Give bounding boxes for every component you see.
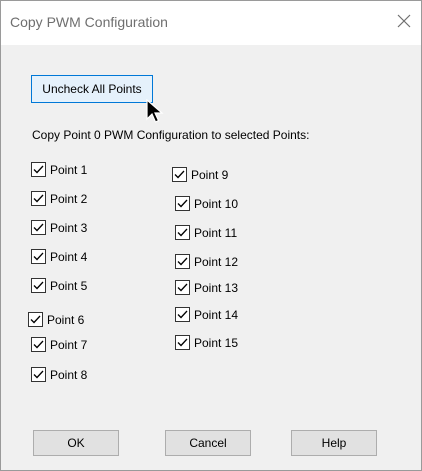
checkbox-point-13[interactable]: Point 13	[175, 280, 238, 295]
checkbox-label: Point 12	[194, 254, 239, 269]
checkbox-box[interactable]	[175, 280, 190, 295]
checkmark-icon	[30, 315, 41, 324]
checkbox-box[interactable]	[31, 249, 46, 264]
checkbox-point-5[interactable]: Point 5	[31, 278, 87, 293]
checkbox-box[interactable]	[31, 278, 46, 293]
checkbox-point-3[interactable]: Point 3	[31, 220, 87, 235]
checkbox-box[interactable]	[31, 367, 46, 382]
checkbox-point-1[interactable]: Point 1	[31, 162, 87, 177]
checkmark-icon	[33, 194, 44, 203]
checkmark-icon	[177, 283, 188, 292]
checkbox-label: Point 7	[50, 337, 88, 352]
checkbox-label: Point 1	[50, 162, 88, 177]
checkbox-box[interactable]	[31, 162, 46, 177]
close-icon[interactable]	[393, 10, 415, 32]
checkbox-point-11[interactable]: Point 11	[175, 225, 237, 240]
checkbox-label: Point 15	[194, 335, 239, 350]
window-title: Copy PWM Configuration	[10, 14, 168, 30]
copy-pwm-dialog: Copy PWM Configuration Uncheck All Point…	[0, 0, 422, 471]
checkbox-point-6[interactable]: Point 6	[28, 312, 84, 327]
checkmark-icon	[33, 370, 44, 379]
checkbox-point-12[interactable]: Point 12	[175, 254, 238, 269]
checkbox-box[interactable]	[31, 191, 46, 206]
checkbox-label: Point 8	[50, 367, 88, 382]
checkbox-label: Point 6	[47, 312, 85, 327]
checkbox-point-14[interactable]: Point 14	[175, 307, 238, 322]
checkmark-icon	[33, 165, 44, 174]
checkbox-box[interactable]	[175, 307, 190, 322]
checkmark-icon	[177, 338, 188, 347]
help-button-label: Help	[321, 436, 347, 450]
checkbox-point-7[interactable]: Point 7	[31, 337, 87, 352]
checkbox-label: Point 5	[50, 278, 88, 293]
checkbox-point-9[interactable]: Point 9	[172, 167, 228, 182]
checkbox-label: Point 14	[194, 307, 239, 322]
copy-instruction-label: Copy Point 0 PWM Configuration to select…	[32, 128, 310, 142]
checkmark-icon	[33, 340, 44, 349]
checkbox-point-4[interactable]: Point 4	[31, 249, 87, 264]
checkbox-box[interactable]	[31, 220, 46, 235]
checkbox-box[interactable]	[172, 167, 187, 182]
checkbox-box[interactable]	[31, 337, 46, 352]
checkbox-box[interactable]	[28, 312, 43, 327]
checkbox-label: Point 11	[194, 225, 238, 240]
cancel-button-label: Cancel	[189, 436, 227, 450]
title-bar: Copy PWM Configuration	[1, 1, 421, 45]
checkmark-icon	[33, 281, 44, 290]
checkbox-label: Point 4	[50, 249, 88, 264]
checkbox-box[interactable]	[175, 254, 190, 269]
checkbox-label: Point 10	[194, 196, 239, 211]
ok-button[interactable]: OK	[33, 430, 119, 456]
checkmark-icon	[33, 223, 44, 232]
checkbox-point-8[interactable]: Point 8	[31, 367, 87, 382]
checkbox-box[interactable]	[175, 335, 190, 350]
help-button[interactable]: Help	[291, 430, 377, 456]
checkmark-icon	[33, 252, 44, 261]
checkbox-box[interactable]	[175, 196, 190, 211]
checkbox-point-10[interactable]: Point 10	[175, 196, 238, 211]
checkbox-box[interactable]	[175, 225, 190, 240]
checkbox-label: Point 13	[194, 280, 239, 295]
checkbox-label: Point 2	[50, 191, 88, 206]
mouse-pointer-icon	[146, 99, 164, 123]
checkmark-icon	[177, 228, 188, 237]
checkmark-icon	[177, 199, 188, 208]
uncheck-all-points-label: Uncheck All Points	[42, 82, 142, 96]
cancel-button[interactable]: Cancel	[165, 430, 251, 456]
checkbox-label: Point 9	[191, 167, 229, 182]
uncheck-all-points-button[interactable]: Uncheck All Points	[31, 75, 153, 103]
checkbox-point-2[interactable]: Point 2	[31, 191, 87, 206]
ok-button-label: OK	[67, 436, 85, 450]
checkbox-point-15[interactable]: Point 15	[175, 335, 238, 350]
checkmark-icon	[174, 170, 185, 179]
checkmark-icon	[177, 310, 188, 319]
checkmark-icon	[177, 257, 188, 266]
checkbox-label: Point 3	[50, 220, 88, 235]
